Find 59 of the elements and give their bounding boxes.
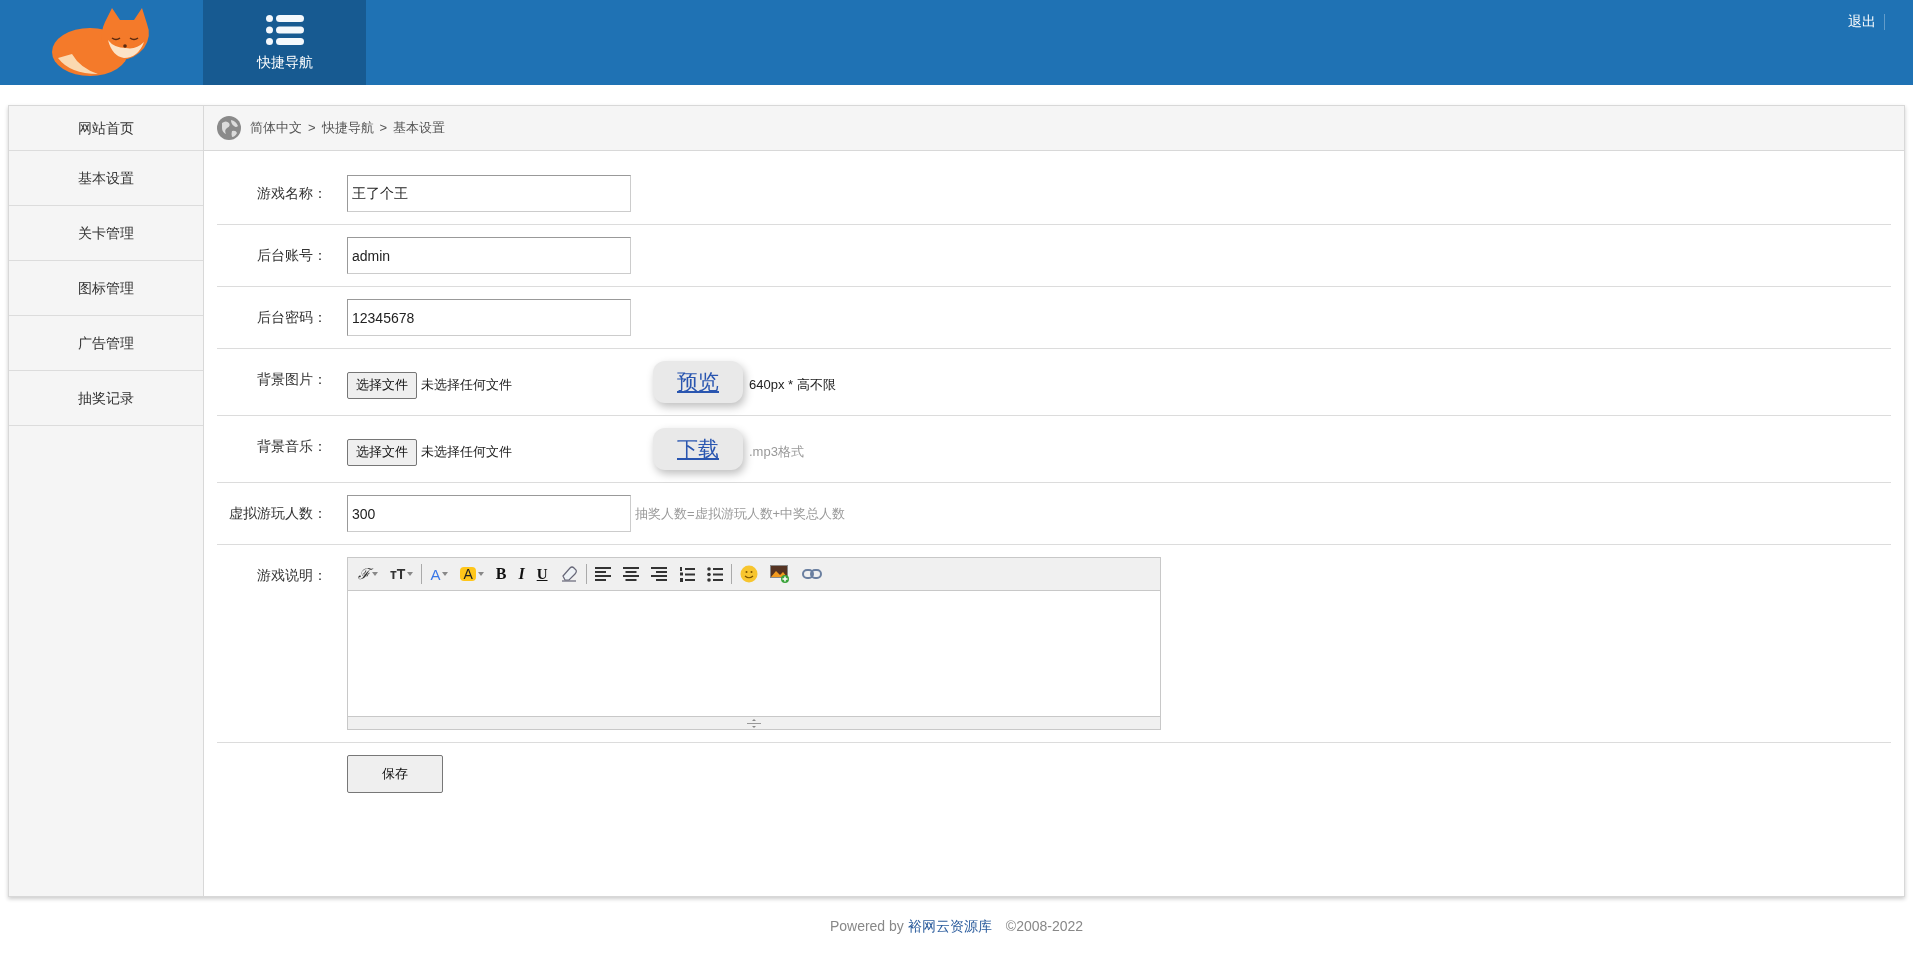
breadcrumb-item[interactable]: 基本设置 <box>393 118 446 138</box>
align-left-icon[interactable] <box>594 567 611 581</box>
sidebar-item[interactable]: 图标管理 <box>9 261 203 316</box>
italic-button[interactable]: I <box>518 566 525 582</box>
action-button[interactable]: 下载 <box>653 428 743 470</box>
resize-handle-icon[interactable] <box>746 718 762 728</box>
font-button[interactable]: ℱ <box>358 566 378 582</box>
font-size-button[interactable]: ᴛT <box>390 567 414 581</box>
breadcrumb-separator: > <box>379 119 388 138</box>
list-icon <box>265 14 304 46</box>
underline-button[interactable]: U <box>536 566 548 582</box>
input-field[interactable]: 12345678 <box>347 299 631 336</box>
globe-icon <box>216 115 242 141</box>
field-label: 后台密码： <box>256 308 328 327</box>
font-color-button[interactable]: A <box>430 566 449 582</box>
save-button[interactable]: 保存 <box>347 755 443 793</box>
hint-text: .mp3格式 <box>749 443 804 462</box>
field-label: 后台账号： <box>256 246 328 265</box>
breadcrumb-item[interactable]: 快捷导航 <box>321 118 374 138</box>
breadcrumb-item[interactable]: 简体中文 <box>250 118 302 138</box>
powered-by-text: Powered by <box>829 917 904 936</box>
align-center-icon[interactable] <box>622 567 639 581</box>
sidebar-item[interactable]: 关卡管理 <box>9 206 203 261</box>
field-label: 背景图片： <box>256 370 328 389</box>
field-label: 游戏说明： <box>256 566 328 585</box>
caret-icon <box>477 572 484 576</box>
file-choose-button[interactable]: 选择文件 <box>347 371 417 399</box>
caret-icon <box>442 572 449 576</box>
nav-tab[interactable]: 快捷导航 <box>203 0 366 85</box>
field-label: 背景音乐： <box>256 437 328 456</box>
file-status-text: 未选择任何文件 <box>421 443 512 462</box>
copyright-text: ©2008-2022 <box>1005 917 1084 936</box>
breadcrumb-separator: > <box>308 119 316 138</box>
file-status-text: 未选择任何文件 <box>421 376 512 395</box>
action-button[interactable]: 预览 <box>653 361 743 403</box>
image-icon[interactable] <box>769 565 790 583</box>
sidebar-item[interactable]: 抽奖记录 <box>9 371 203 426</box>
file-choose-button[interactable]: 选择文件 <box>347 438 417 466</box>
hint-text: 抽奖人数=虚拟游玩人数+中奖总人数 <box>635 504 846 523</box>
input-field[interactable]: 300 <box>347 495 631 532</box>
smiley-icon[interactable] <box>739 565 758 583</box>
input-field[interactable]: admin <box>347 237 631 274</box>
bullet-list-icon[interactable] <box>706 566 723 582</box>
hint-text: 640px * 高不限 <box>749 376 836 395</box>
align-right-icon[interactable] <box>650 567 667 581</box>
link-icon[interactable] <box>801 568 822 580</box>
field-label: 虚拟游玩人数： <box>228 504 328 523</box>
eraser-icon[interactable] <box>559 566 578 582</box>
sidebar-item[interactable]: 基本设置 <box>9 151 203 206</box>
sidebar-item[interactable]: 广告管理 <box>9 316 203 371</box>
field-label: 游戏名称： <box>256 184 328 203</box>
caret-icon <box>372 572 378 576</box>
sidebar-item[interactable]: 网站首页 <box>9 106 203 151</box>
caret-icon <box>407 572 414 576</box>
logout-link[interactable]: 退出 <box>1848 11 1876 32</box>
bold-button[interactable]: B <box>495 566 507 582</box>
numbered-list-icon[interactable] <box>678 566 695 582</box>
input-field[interactable]: 王了个王 <box>347 175 631 212</box>
footer-link[interactable]: 裕网云资源库 <box>907 916 992 937</box>
